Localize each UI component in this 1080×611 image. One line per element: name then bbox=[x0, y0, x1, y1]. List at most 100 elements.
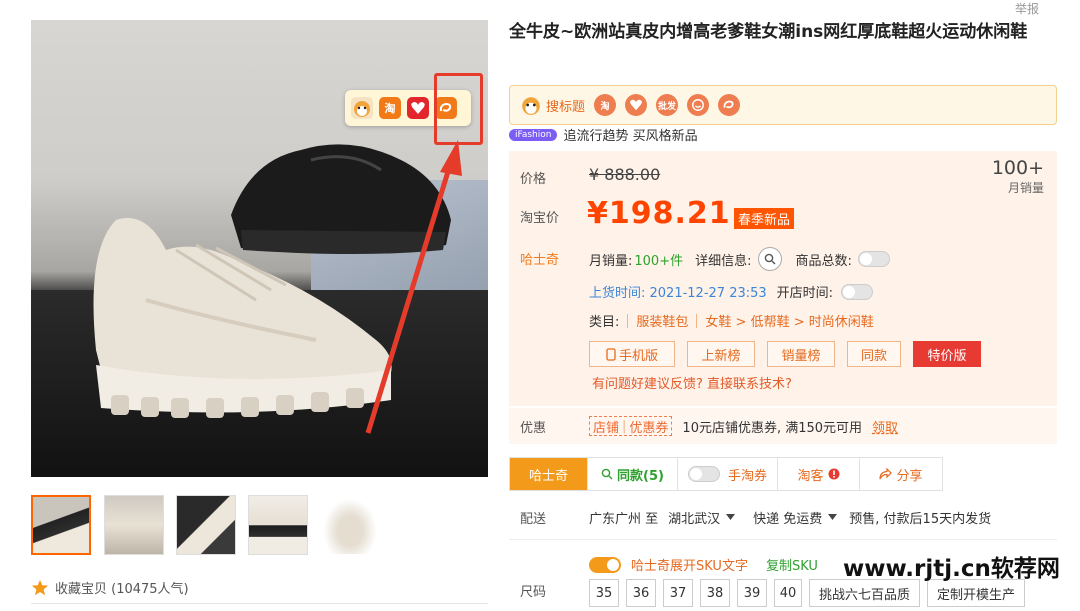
presale-text: 预售, 付款后15天内发货 bbox=[849, 511, 992, 527]
claim-coupon-link[interactable]: 领取 bbox=[872, 417, 898, 436]
shipping-method-select[interactable]: 快递 免运费 bbox=[753, 508, 838, 527]
smile-icon[interactable] bbox=[687, 94, 710, 116]
chevron-down-icon bbox=[828, 514, 838, 520]
shiba-dog-icon bbox=[522, 97, 540, 115]
plugin-tabs: 哈士奇 同款(5) 手淘券 淘客 分享 bbox=[509, 457, 943, 491]
sales-list-button[interactable]: 销量榜 bbox=[767, 341, 835, 367]
plugin-toolbar: 搜标题 淘 批发 bbox=[509, 85, 1057, 125]
coupon-row: 优惠 店铺 | 优惠券 10元店铺优惠券, 满150元可用 领取 bbox=[509, 408, 1057, 444]
thumbnail-4[interactable] bbox=[248, 495, 308, 555]
sku-toggle-text: 哈士奇展开SKU文字 bbox=[631, 559, 748, 574]
ifashion-text: 追流行趋势 买风格新品 bbox=[563, 129, 698, 144]
size-option[interactable]: 挑战六七百品质 bbox=[809, 579, 920, 607]
tab-taoke[interactable]: 淘客 bbox=[778, 458, 860, 490]
coupon-label: 优惠 bbox=[520, 420, 547, 436]
size-option[interactable]: 36 bbox=[626, 579, 656, 607]
watermark: www.rjtj.cn软荐网 bbox=[843, 549, 1060, 583]
size-option[interactable]: 39 bbox=[737, 579, 767, 607]
feedback-link[interactable]: 有问题好建议反馈? 直接联系技术? bbox=[592, 373, 792, 392]
wholesale-icon[interactable]: 批发 bbox=[656, 94, 679, 116]
discount-version-button[interactable]: 特价版 bbox=[913, 341, 981, 367]
monthly-sales-value: 100+ bbox=[991, 157, 1044, 179]
divider bbox=[509, 539, 1057, 540]
tmall-love-icon[interactable] bbox=[625, 94, 648, 116]
promo-tag: 春季新品 bbox=[734, 208, 795, 229]
store-time-toggle[interactable] bbox=[841, 283, 874, 300]
listing-time: 上货时间: 2021-12-27 23:53 bbox=[589, 286, 767, 301]
divider bbox=[627, 313, 629, 328]
size-option[interactable]: 35 bbox=[589, 579, 619, 607]
page-root: 淘 收藏宝贝 (10475人气) 举报 全牛皮~欧洲站真皮内增高老爹鞋女潮ins… bbox=[0, 0, 1080, 611]
phone-icon bbox=[606, 347, 616, 361]
taobao-icon[interactable]: 淘 bbox=[594, 94, 617, 116]
star-icon bbox=[31, 579, 49, 595]
time-row: 上货时间: 2021-12-27 23:53 开店时间: bbox=[589, 282, 874, 301]
search-icon bbox=[601, 468, 613, 480]
thumbnail-1[interactable] bbox=[31, 495, 91, 555]
favorite-text: 收藏宝贝 (10475人气) bbox=[55, 582, 189, 597]
taobao-price-label: 淘宝价 bbox=[520, 211, 560, 226]
tmall-love-icon[interactable] bbox=[407, 97, 429, 119]
new-list-button[interactable]: 上新榜 bbox=[687, 341, 755, 367]
coupon-tag-left: 店铺 bbox=[593, 420, 620, 436]
size-option[interactable]: 38 bbox=[700, 579, 730, 607]
same-style-button[interactable]: 同款 bbox=[847, 341, 901, 367]
tab-mobile-coupon[interactable]: 手淘券 bbox=[678, 458, 778, 490]
annotation-highlight-box bbox=[434, 73, 483, 145]
ifashion-row[interactable]: iFashion 追流行趋势 买风格新品 bbox=[509, 125, 698, 144]
size-option[interactable]: 40 bbox=[774, 579, 802, 607]
mobile-coupon-toggle[interactable] bbox=[687, 466, 720, 482]
tab-share-label: 分享 bbox=[896, 468, 923, 484]
search-icon[interactable] bbox=[757, 247, 782, 271]
thumbnail-5[interactable] bbox=[320, 495, 380, 555]
price-label: 价格 bbox=[520, 172, 547, 187]
coupon-tag-right: 优惠券 bbox=[629, 420, 669, 436]
taobao-icon-label: 淘 bbox=[600, 101, 610, 112]
total-goods-toggle[interactable] bbox=[857, 251, 890, 267]
ifashion-badge: iFashion bbox=[509, 128, 558, 141]
tab-same-style[interactable]: 同款(5) bbox=[588, 458, 678, 490]
price-box: 价格 ¥ 888.00 100+ 月销量 淘宝价 ¥198.21 春季新品 哈士… bbox=[509, 151, 1057, 406]
tab-mobile-coupon-label: 手淘券 bbox=[727, 468, 767, 484]
taobao-icon[interactable]: 淘 bbox=[379, 97, 401, 119]
husky-label: 哈士奇 bbox=[520, 253, 560, 268]
detail-info-label: 详细信息: bbox=[695, 253, 752, 269]
thumbnail-3[interactable] bbox=[176, 495, 236, 555]
report-link[interactable]: 举报 bbox=[1015, 0, 1039, 17]
ship-to-select[interactable]: 湖北武汉 bbox=[668, 508, 736, 527]
monthly-label: 月销量: bbox=[589, 253, 633, 269]
divider bbox=[696, 313, 698, 328]
tab-taoke-label: 淘客 bbox=[797, 468, 824, 484]
size-option[interactable]: 37 bbox=[663, 579, 693, 607]
shiba-dog-icon[interactable] bbox=[351, 97, 373, 119]
share-icon bbox=[879, 468, 893, 480]
main-product-image[interactable] bbox=[31, 20, 488, 477]
category-main-link[interactable]: 服装鞋包 bbox=[636, 311, 688, 330]
tab-husky[interactable]: 哈士奇 bbox=[510, 458, 588, 490]
size-option[interactable]: 定制开模生产 bbox=[927, 579, 1025, 607]
tab-same-style-label: 同款(5) bbox=[617, 468, 664, 484]
category-path-link[interactable]: 女鞋 > 低帮鞋 > 时尚休闲鞋 bbox=[705, 311, 873, 330]
store-time-label: 开店时间: bbox=[776, 286, 834, 301]
sku-text-toggle[interactable] bbox=[589, 556, 621, 573]
taobao-icon-label: 淘 bbox=[384, 102, 396, 115]
alibaba-icon[interactable] bbox=[718, 94, 741, 116]
ship-to-label: 湖北武汉 bbox=[668, 511, 721, 527]
sales-detail-row: 月销量: 100+件 详细信息: 商品总数: bbox=[589, 247, 890, 271]
favorite-row[interactable]: 收藏宝贝 (10475人气) bbox=[31, 578, 189, 597]
mobile-version-label: 手机版 bbox=[618, 348, 658, 364]
shipping-method-label: 快递 免运费 bbox=[753, 511, 823, 527]
mobile-version-button[interactable]: 手机版 bbox=[589, 341, 675, 367]
shipping-row: 配送 广东广州 至 湖北武汉 快递 免运费 预售, 付款后15天内发货 bbox=[509, 506, 1057, 528]
copy-sku-link[interactable]: 复制SKU bbox=[766, 555, 818, 574]
thumbnail-2[interactable] bbox=[104, 495, 164, 555]
alert-icon bbox=[828, 468, 839, 480]
category-row: 类目: 服装鞋包 女鞋 > 低帮鞋 > 时尚休闲鞋 bbox=[589, 311, 874, 330]
search-title-link[interactable]: 搜标题 bbox=[546, 96, 585, 115]
tab-share[interactable]: 分享 bbox=[860, 458, 942, 490]
category-label: 类目: bbox=[589, 315, 620, 330]
current-price: ¥198.21 bbox=[587, 196, 731, 231]
monthly-sales-label: 月销量 bbox=[1007, 181, 1044, 195]
white-sneaker-image bbox=[93, 218, 392, 418]
total-goods-label: 商品总数: bbox=[795, 253, 852, 269]
